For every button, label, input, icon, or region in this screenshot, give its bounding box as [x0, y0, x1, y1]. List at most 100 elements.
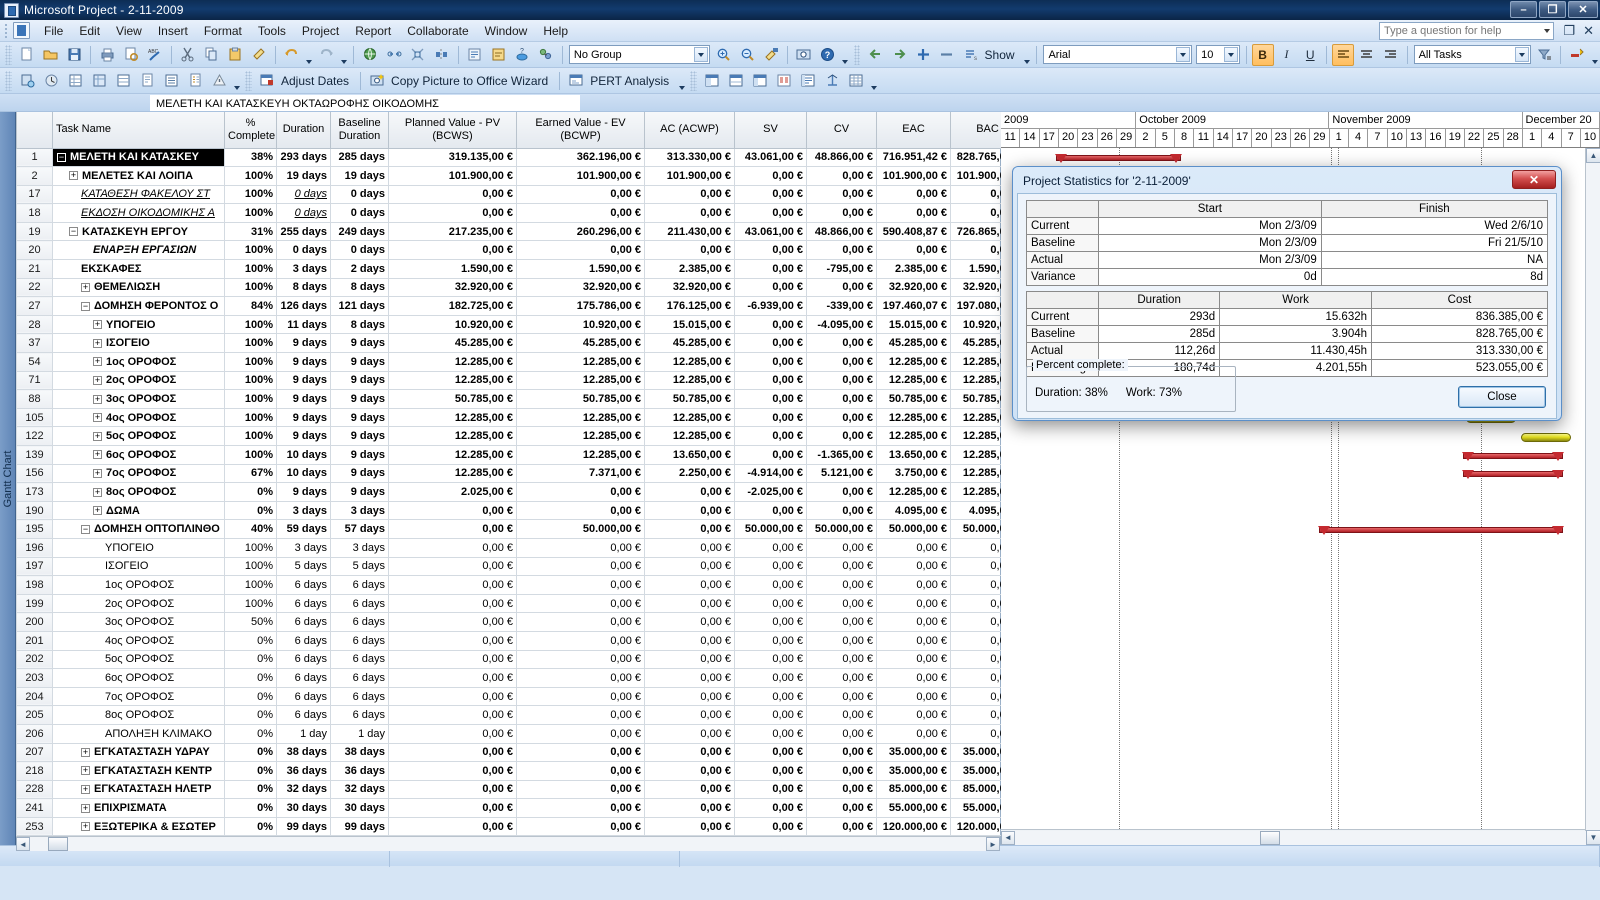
planned-value-cell[interactable]: 0,00 €: [388, 185, 517, 205]
toolbar-overflow-icon-4[interactable]: [676, 70, 687, 92]
ac-cell[interactable]: 2.385,00 €: [644, 259, 735, 279]
ac-cell[interactable]: 176.125,00 €: [644, 296, 735, 316]
duration-cell[interactable]: 6 days: [276, 668, 331, 688]
earned-value-cell[interactable]: 0,00 €: [516, 612, 645, 632]
table-row[interactable]: 27− ΔΟΜΗΣΗ ΦΕΡΟΝΤΟΣ Ο 84% 126 days 121 days 1…: [16, 296, 1025, 316]
column-header-id[interactable]: [16, 112, 53, 149]
planned-value-cell[interactable]: 0,00 €: [388, 761, 517, 781]
duration-cell[interactable]: 8 days: [276, 278, 331, 298]
task-name-cell[interactable]: 1ος ΟΡΟΦΟΣ: [52, 575, 225, 595]
optimistic-gantt-icon[interactable]: [725, 70, 747, 92]
planned-value-cell[interactable]: 0,00 €: [388, 519, 517, 539]
sv-cell[interactable]: 43.061,00 €: [734, 222, 807, 242]
cv-cell[interactable]: 0,00 €: [806, 389, 877, 409]
planned-value-cell[interactable]: 0,00 €: [388, 240, 517, 261]
table-row[interactable]: 156 +7ος ΟΡΟΦΟΣ 67% 10 days 9 days 12.285,00 …: [16, 464, 1025, 484]
table-row[interactable]: 195− ΔΟΜΗΣΗ ΟΠΤΟΠΛΙΝΘΟ 40% 59 days 57 days 0,…: [16, 519, 1025, 539]
planned-value-cell[interactable]: 0,00 €: [388, 817, 517, 837]
column-header-planned-value[interactable]: Planned Value - PV (BCWS): [388, 112, 517, 149]
task-name-cell[interactable]: +3ος ΟΡΟΦΟΣ: [52, 389, 225, 409]
print-icon[interactable]: [96, 44, 118, 66]
outline-toggle-icon[interactable]: +: [93, 431, 102, 441]
sv-cell[interactable]: 0,00 €: [734, 668, 807, 688]
sv-cell[interactable]: 0,00 €: [734, 650, 807, 670]
sv-cell[interactable]: 0,00 €: [734, 798, 807, 818]
outline-toggle-icon[interactable]: −: [81, 524, 90, 534]
zoom-in-icon[interactable]: [713, 44, 735, 66]
sv-cell[interactable]: 0,00 €: [734, 352, 807, 372]
autofilter-icon[interactable]: [1534, 44, 1556, 66]
ac-cell[interactable]: 0,00 €: [644, 203, 735, 223]
eac-cell[interactable]: 50.000,00 €: [876, 519, 951, 539]
baseline-duration-cell[interactable]: 9 days: [330, 352, 389, 372]
ac-cell[interactable]: 0,00 €: [644, 519, 735, 539]
outline-toggle-icon[interactable]: −: [57, 152, 66, 162]
baseline-duration-cell[interactable]: 30 days: [330, 798, 389, 818]
pct-complete-cell[interactable]: 100%: [224, 594, 277, 614]
cv-cell[interactable]: -4.095,00 €: [806, 315, 877, 335]
table-row[interactable]: 17 ΚΑΤΑΘΕΣΗ ΦΑΚΕΛΟΥ ΣΤ 100% 0 days 0 days 0,0…: [16, 185, 1025, 205]
task-name-cell[interactable]: 2ος ΟΡΟΦΟΣ: [52, 594, 225, 614]
baseline-duration-cell[interactable]: 2 days: [330, 259, 389, 279]
sv-cell[interactable]: 0,00 €: [734, 687, 807, 707]
baseline-duration-cell[interactable]: 38 days: [330, 743, 389, 763]
filter-select[interactable]: All Tasks: [1413, 45, 1531, 64]
grid-scroll-thumb[interactable]: [48, 837, 68, 852]
help-search-input[interactable]: Type a question for help: [1379, 22, 1554, 40]
column-header-sv[interactable]: SV: [734, 112, 807, 149]
ac-cell[interactable]: 0,00 €: [644, 817, 735, 837]
duration-cell[interactable]: 0 days: [276, 185, 331, 205]
chevron-down-icon[interactable]: [1223, 47, 1238, 62]
menu-item-view[interactable]: View: [108, 21, 150, 41]
duration-cell[interactable]: 293 days: [276, 148, 331, 168]
task-name-cell[interactable]: +1ος ΟΡΟΦΟΣ: [52, 352, 225, 372]
planned-value-cell[interactable]: 0,00 €: [388, 612, 517, 632]
ac-cell[interactable]: 313.330,00 €: [644, 148, 735, 168]
toolbar-grip-2[interactable]: [853, 44, 861, 65]
eac-cell[interactable]: 0,00 €: [876, 575, 951, 595]
ac-cell[interactable]: 0,00 €: [644, 482, 735, 502]
table-row[interactable]: 54 +1ος ΟΡΟΦΟΣ 100% 9 days 9 days 12.285,00 €…: [16, 352, 1025, 372]
zoom-out-icon[interactable]: [736, 44, 758, 66]
cv-cell[interactable]: -339,00 €: [806, 296, 877, 316]
task-name-cell[interactable]: 4ος ΟΡΟΦΟΣ: [52, 631, 225, 651]
planned-value-cell[interactable]: 12.285,00 €: [388, 445, 517, 465]
sv-cell[interactable]: 0,00 €: [734, 203, 807, 223]
analysis-tracking-icon[interactable]: [16, 70, 38, 92]
baseline-duration-cell[interactable]: 8 days: [330, 278, 389, 298]
sv-cell[interactable]: 0,00 €: [734, 780, 807, 800]
ac-cell[interactable]: 32.920,00 €: [644, 278, 735, 298]
duration-cell[interactable]: 126 days: [276, 296, 331, 316]
earned-value-cell[interactable]: 362.196,00 €: [516, 148, 645, 168]
ac-cell[interactable]: 0,00 €: [644, 743, 735, 763]
font-name-select[interactable]: Arial: [1043, 45, 1193, 64]
analysis-warning-icon[interactable]: [208, 70, 230, 92]
cv-cell[interactable]: 0,00 €: [806, 352, 877, 372]
pert-sheet-icon[interactable]: [845, 70, 867, 92]
gantt-scroll-left-arrow-icon[interactable]: ◄: [1001, 830, 1015, 845]
column-header-ac[interactable]: AC (ACWP): [644, 112, 735, 149]
table-row[interactable]: 200 3ος ΟΡΟΦΟΣ 50% 6 days 6 days 0,00 €0,00 €…: [16, 612, 1025, 632]
cv-cell[interactable]: 0,00 €: [806, 557, 877, 577]
planned-value-cell[interactable]: 12.285,00 €: [388, 371, 517, 391]
column-header-cv[interactable]: CV: [806, 112, 877, 149]
ac-cell[interactable]: 0,00 €: [644, 557, 735, 577]
task-name-cell[interactable]: ΕΝΑΡΞΗ ΕΡΓΑΣΙΩΝ: [52, 240, 225, 261]
planned-value-cell[interactable]: 50.785,00 €: [388, 389, 517, 409]
baseline-duration-cell[interactable]: 9 days: [330, 389, 389, 409]
doc-close-icon[interactable]: ✕: [1583, 23, 1594, 39]
sv-cell[interactable]: 0,00 €: [734, 371, 807, 391]
baseline-duration-cell[interactable]: 6 days: [330, 631, 389, 651]
eac-cell[interactable]: 15.015,00 €: [876, 315, 951, 335]
baseline-duration-cell[interactable]: 0 days: [330, 203, 389, 223]
align-center-button[interactable]: [1356, 44, 1378, 66]
analysis-clock-icon[interactable]: [40, 70, 62, 92]
planned-value-cell[interactable]: 0,00 €: [388, 705, 517, 725]
view-bar[interactable]: Gantt Chart: [0, 112, 16, 845]
planned-value-cell[interactable]: 32.920,00 €: [388, 278, 517, 298]
task-name-cell[interactable]: ΕΚΣΚΑΦΕΣ: [52, 259, 225, 279]
eac-cell[interactable]: 4.095,00 €: [876, 501, 951, 521]
analysis-table1-icon[interactable]: [64, 70, 86, 92]
pessimistic-gantt-icon[interactable]: [773, 70, 795, 92]
redo-dropdown-icon[interactable]: [339, 44, 350, 66]
